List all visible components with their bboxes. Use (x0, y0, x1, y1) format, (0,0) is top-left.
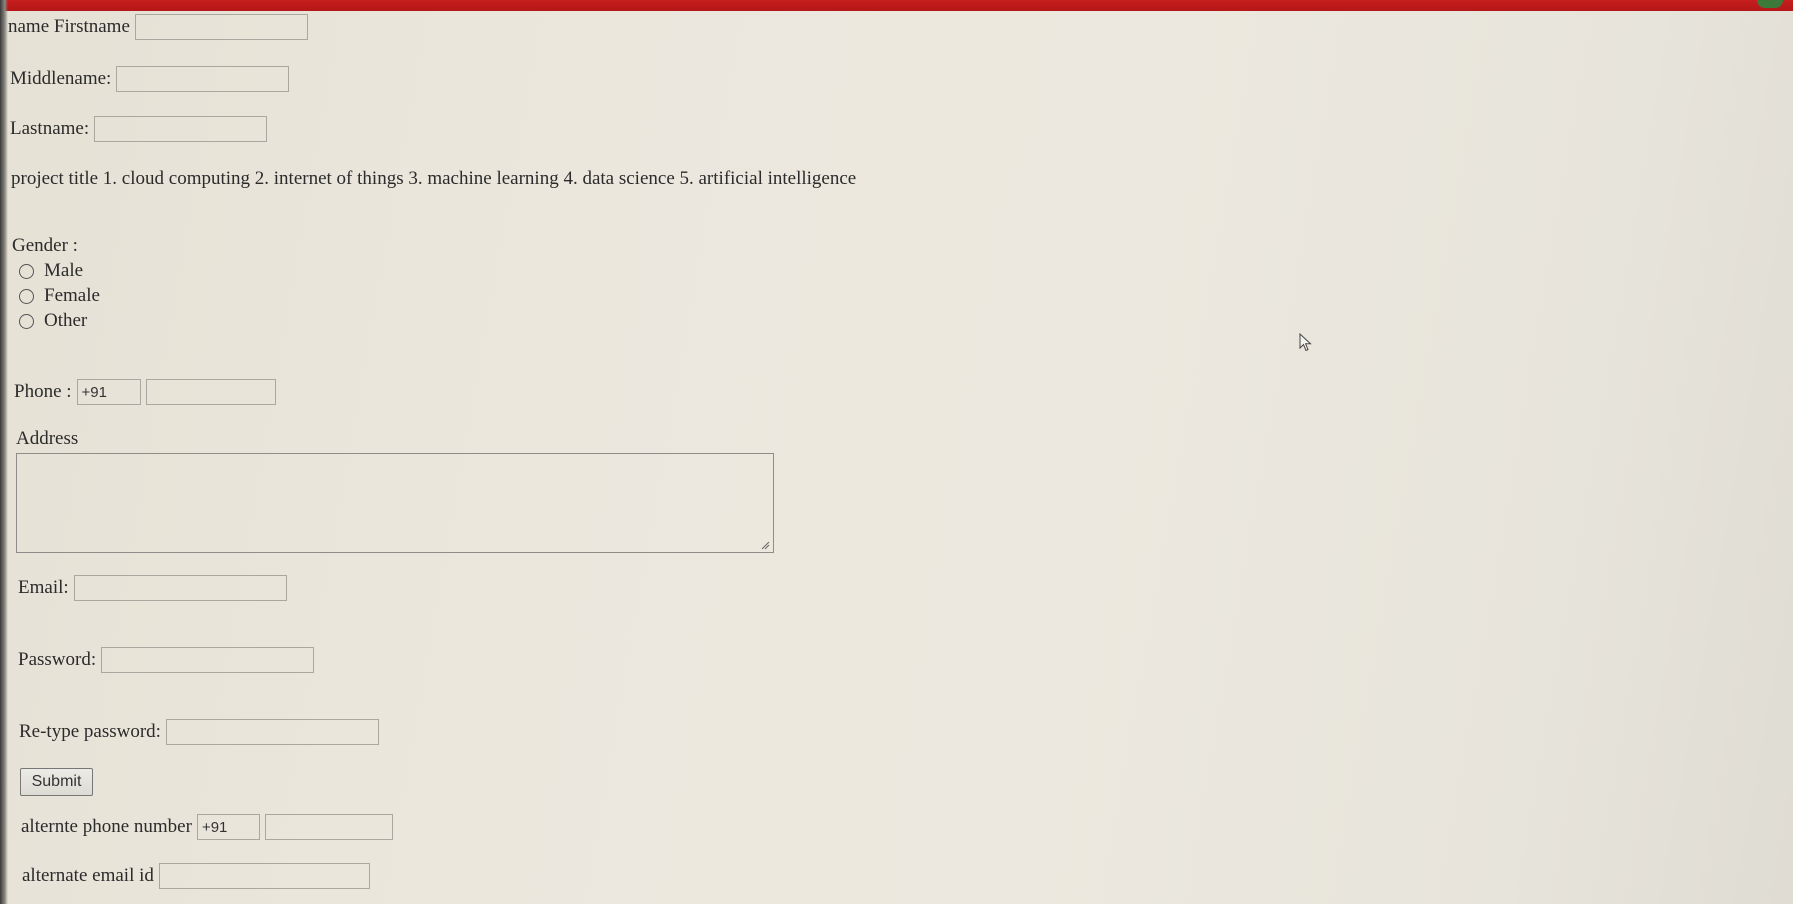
password-row: Password: (18, 647, 315, 673)
screen-edge (0, 0, 8, 904)
lastname-label: Lastname: (10, 118, 90, 139)
retype-password-label: Re-type password: (19, 721, 161, 742)
window-control-icon[interactable] (1757, 0, 1783, 8)
alt-email-input[interactable] (158, 863, 370, 889)
radio-male[interactable] (19, 263, 34, 279)
alt-phone-row: alternte phone number (21, 814, 393, 840)
browser-top-bar (0, 0, 1793, 11)
address-row: Address (16, 428, 78, 450)
submit-button[interactable]: Submit (20, 768, 93, 796)
alt-phone-code-input[interactable] (196, 814, 260, 840)
password-input[interactable] (101, 647, 315, 673)
address-textarea[interactable] (16, 453, 774, 553)
alt-email-label: alternate email id (22, 865, 154, 886)
project-title-row: project title 1. cloud computing 2. inte… (11, 168, 856, 190)
email-input[interactable] (73, 575, 287, 601)
middlename-input[interactable] (116, 66, 290, 92)
alt-phone-label: alternte phone number (21, 816, 192, 837)
resize-grip-icon[interactable] (760, 540, 770, 550)
phone-label: Phone : (14, 381, 72, 402)
mouse-pointer-icon (1299, 333, 1312, 352)
retype-password-input[interactable] (165, 719, 379, 745)
gender-option-female[interactable]: Female (19, 285, 100, 307)
gender-row: Gender : (12, 235, 78, 257)
firstname-label: name Firstname (8, 16, 130, 37)
firstname-row: name Firstname (8, 14, 308, 40)
middlename-label: Middlename: (10, 68, 112, 89)
retype-password-row: Re-type password: (19, 719, 379, 745)
email-label: Email: (18, 577, 69, 598)
middlename-row: Middlename: (10, 66, 290, 92)
email-row: Email: (18, 575, 287, 601)
alt-email-row: alternate email id (22, 863, 370, 889)
lastname-input[interactable] (94, 116, 268, 142)
password-label: Password: (18, 649, 97, 670)
project-title-text: project title 1. cloud computing 2. inte… (11, 168, 857, 189)
radio-other[interactable] (19, 313, 34, 329)
phone-number-input[interactable] (145, 379, 276, 405)
gender-option-label: Other (44, 310, 88, 331)
lastname-row: Lastname: (10, 116, 268, 142)
radio-female[interactable] (19, 288, 34, 304)
firstname-input[interactable] (134, 14, 308, 40)
address-label: Address (16, 428, 79, 449)
phone-code-input[interactable] (76, 379, 141, 405)
gender-option-label: Male (44, 260, 84, 281)
phone-row: Phone : (14, 379, 276, 405)
gender-option-male[interactable]: Male (19, 260, 83, 282)
gender-option-other[interactable]: Other (19, 310, 87, 332)
alt-phone-number-input[interactable] (264, 814, 393, 840)
gender-label: Gender : (12, 235, 78, 256)
gender-option-label: Female (44, 285, 100, 306)
